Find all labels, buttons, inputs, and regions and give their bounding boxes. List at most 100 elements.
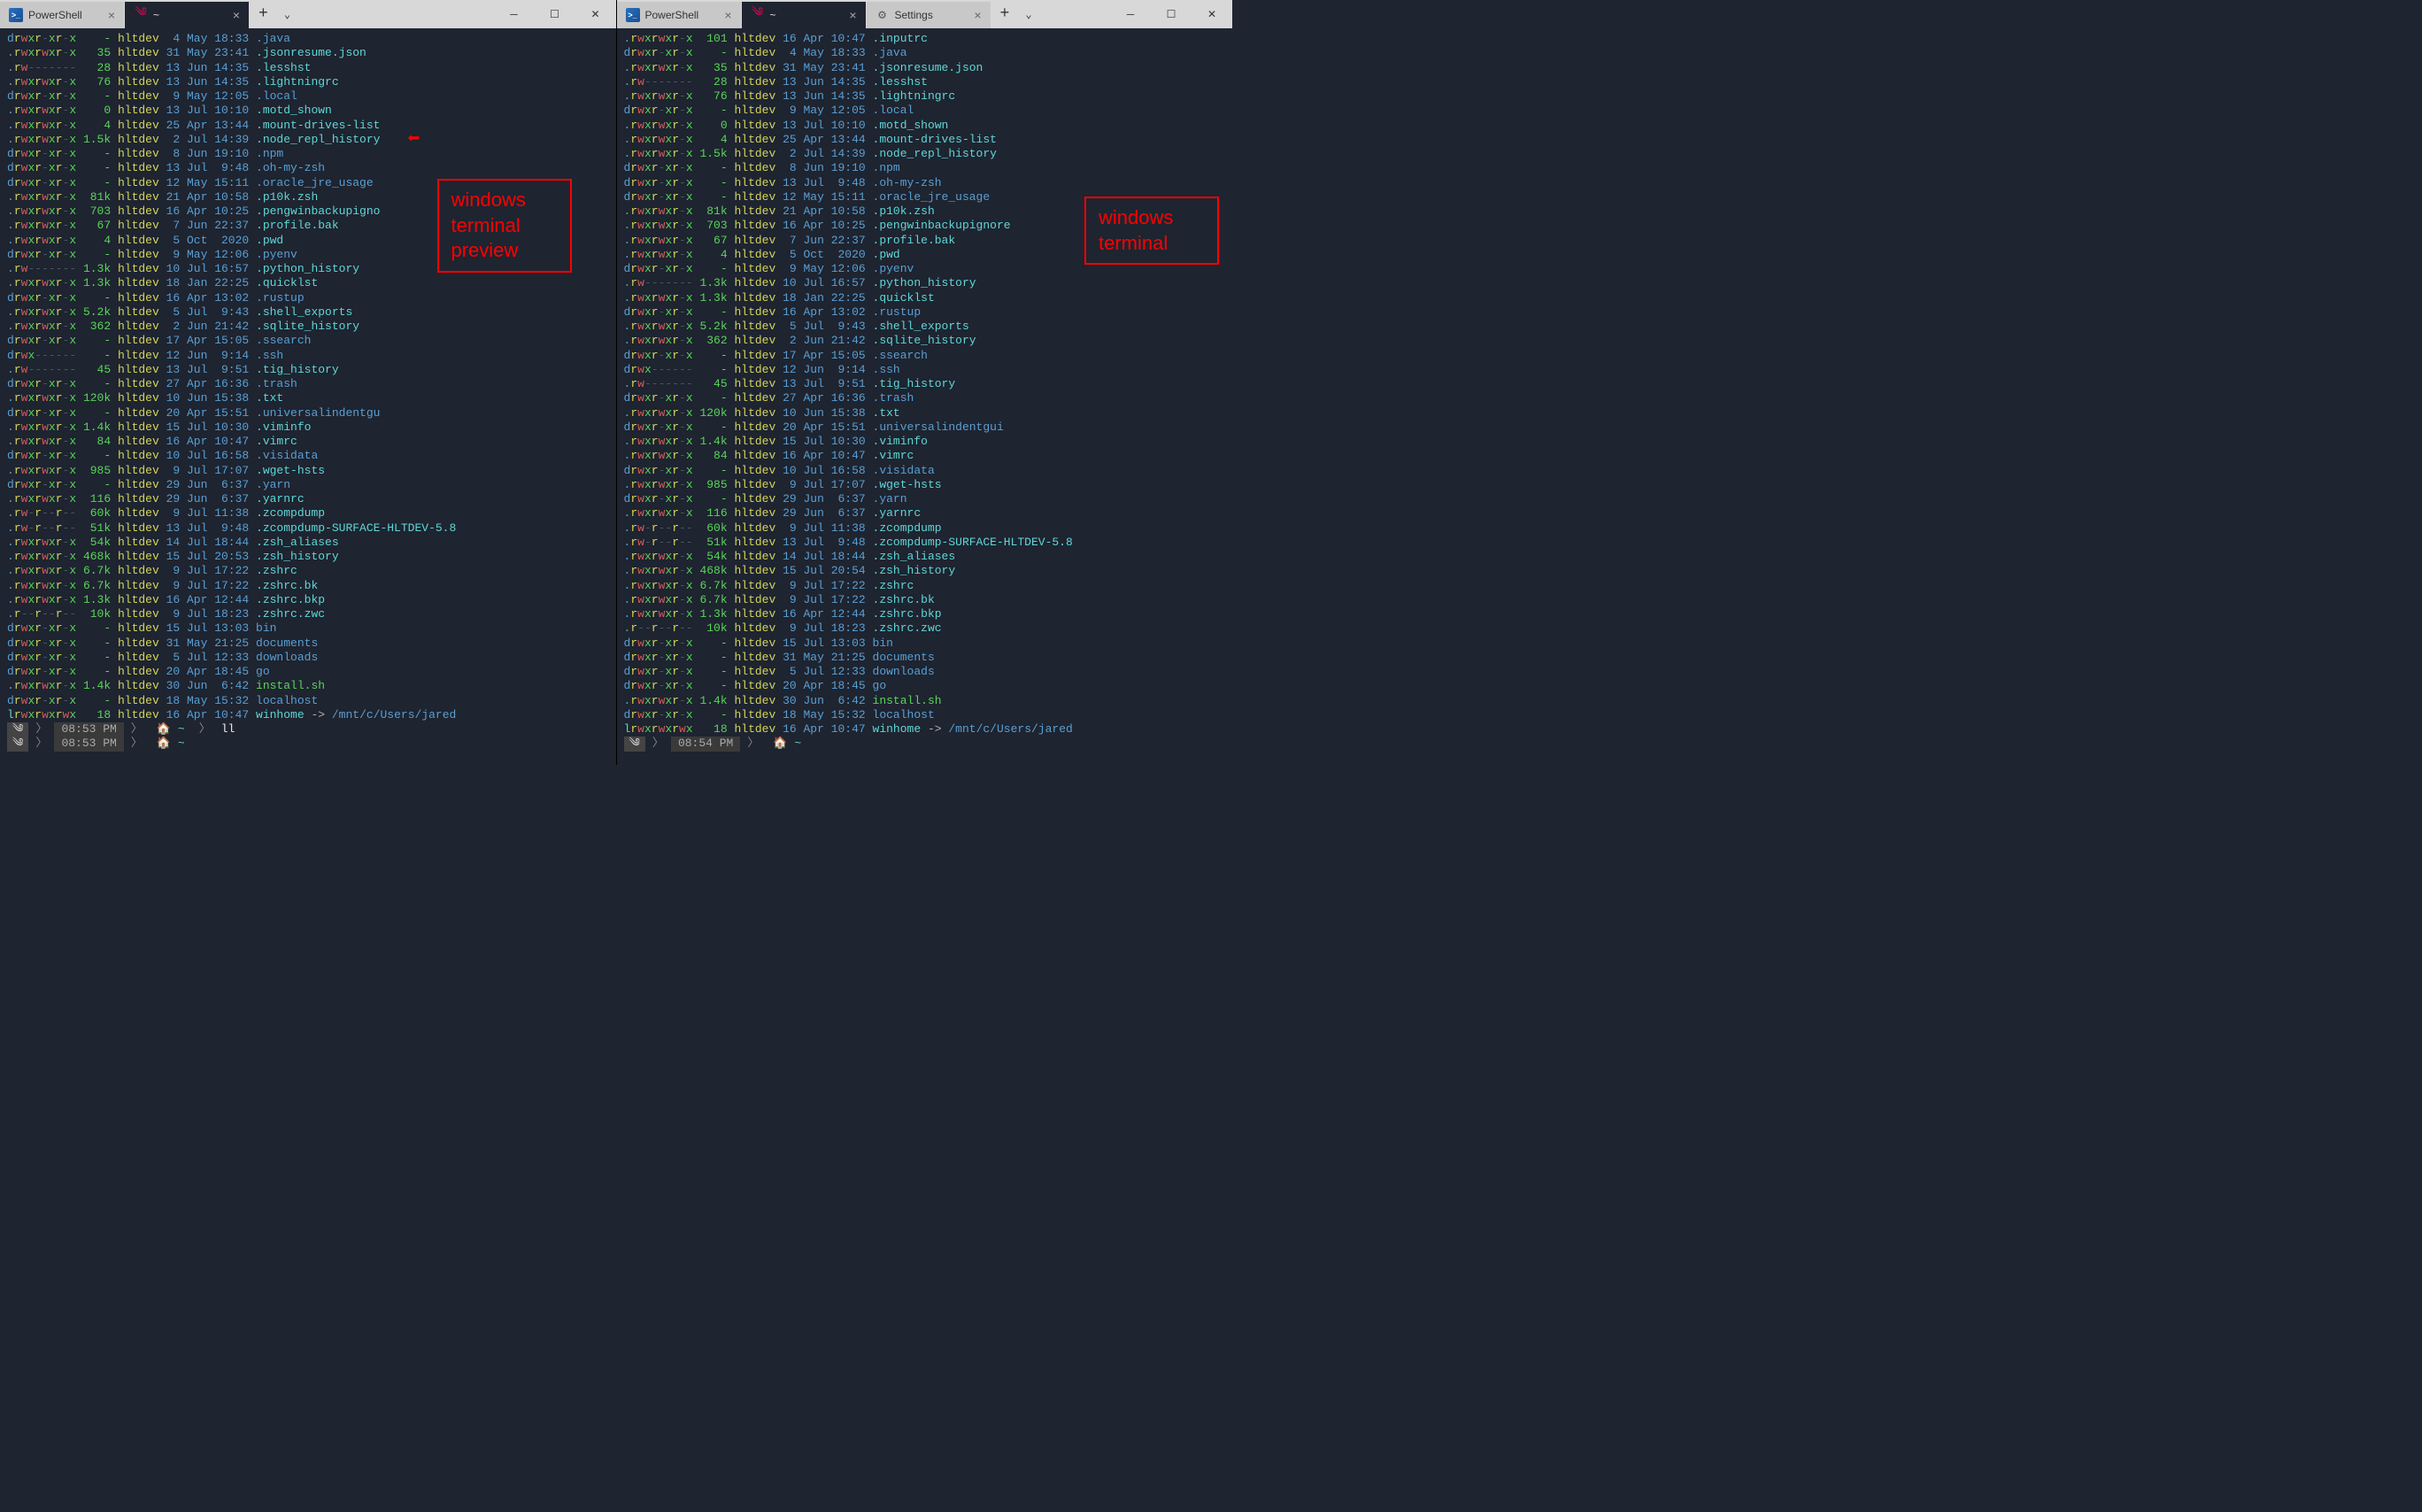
tab-close-button[interactable]: × xyxy=(226,8,240,22)
terminal-right[interactable]: .rwxrwxr-x 101 hltdev 16 Apr 10:47 .inpu… xyxy=(617,28,1233,765)
file-row: lrwxrwxrwx 18 hltdev 16 Apr 10:47 winhom… xyxy=(7,708,609,722)
file-row: drwxr-xr-x - hltdev 15 Jul 13:03 bin xyxy=(7,621,609,636)
tab-settings[interactable]: ⚙Settings× xyxy=(867,2,991,28)
tab-close-button[interactable]: × xyxy=(717,8,731,22)
file-row: .rwxrwxr-x 468k hltdev 15 Jul 20:54 .zsh… xyxy=(624,564,1226,578)
file-row: drwxr-xr-x - hltdev 4 May 18:33 .java xyxy=(624,46,1226,60)
file-row: .rw------- 1.3k hltdev 10 Jul 16:57 .pyt… xyxy=(7,262,609,276)
file-row: .rwxrwxr-x 1.4k hltdev 30 Jun 6:42 insta… xyxy=(7,679,609,693)
tab-label: Settings xyxy=(895,9,933,21)
minimize-button[interactable]: ─ xyxy=(1110,0,1151,28)
tabs-left: >_PowerShell× ༄ ~ × xyxy=(0,0,250,28)
file-row: .rwxrwxr-x 120k hltdev 10 Jun 15:38 .txt xyxy=(624,406,1226,420)
file-row: .rwxrwxr-x 84 hltdev 16 Apr 10:47 .vimrc xyxy=(624,449,1226,463)
tab-label: PowerShell xyxy=(645,9,699,21)
file-row: .rwxrwxr-x 1.4k hltdev 30 Jun 6:42 insta… xyxy=(624,694,1226,708)
file-row: drwxr-xr-x - hltdev 9 May 12:06 .pyenv xyxy=(7,248,609,262)
file-row: .rwxrwxr-x 6.7k hltdev 9 Jul 17:22 .zshr… xyxy=(624,593,1226,607)
titlebar-right: >_PowerShell×༄~×⚙Settings× + ⌄ ─ ☐ ✕ xyxy=(617,0,1233,28)
titlebar-left: >_PowerShell× ༄ ~ × + ⌄ ─ ☐ ✕ xyxy=(0,0,616,28)
file-row: .rwxrwxr-x 1.3k hltdev 16 Apr 12:44 .zsh… xyxy=(624,607,1226,621)
file-row: .rwxrwxr-x 35 hltdev 31 May 23:41 .jsonr… xyxy=(624,61,1226,75)
file-row: drwxr-xr-x - hltdev 12 May 15:11 .oracle… xyxy=(7,176,609,190)
file-row: .rwxrwxr-x 4 hltdev 5 Oct 2020 .pwd xyxy=(624,248,1226,262)
file-row: .rwxrwxr-x 81k hltdev 21 Apr 10:58 .p10k… xyxy=(624,204,1226,219)
file-row: drwxr-xr-x - hltdev 9 May 12:06 .pyenv xyxy=(624,262,1226,276)
maximize-button[interactable]: ☐ xyxy=(1151,0,1192,28)
file-row: .rwxrwxr-x 54k hltdev 14 Jul 18:44 .zsh_… xyxy=(7,536,609,550)
tab-powershell[interactable]: >_PowerShell× xyxy=(617,2,741,28)
file-row: .rwxrwxr-x 81k hltdev 21 Apr 10:58 .p10k… xyxy=(7,190,609,204)
file-row: drwxr-xr-x - hltdev 27 Apr 16:36 .trash xyxy=(624,391,1226,405)
file-row: .rwxrwxr-x 1.5k hltdev 2 Jul 14:39 .node… xyxy=(624,147,1226,161)
file-row: drwxr-xr-x - hltdev 29 Jun 6:37 .yarn xyxy=(7,478,609,492)
file-row: .rwxrwxr-x 76 hltdev 13 Jun 14:35 .light… xyxy=(624,89,1226,104)
new-tab-button[interactable]: + xyxy=(250,5,277,23)
file-row: .rwxrwxr-x 67 hltdev 7 Jun 22:37 .profil… xyxy=(7,219,609,233)
file-row: .rwxrwxr-x 1.5k hltdev 2 Jul 14:39 .node… xyxy=(7,133,609,147)
minimize-button[interactable]: ─ xyxy=(494,0,535,28)
file-row: drwxr-xr-x - hltdev 4 May 18:33 .java xyxy=(7,32,609,46)
prompt-time: 08:53 PM xyxy=(54,737,123,751)
file-row: drwxr-xr-x - hltdev 8 Jun 19:10 .npm xyxy=(624,161,1226,175)
file-row: .rwxrwxr-x 84 hltdev 16 Apr 10:47 .vimrc xyxy=(7,435,609,449)
file-row: drwxr-xr-x - hltdev 17 Apr 15:05 .ssearc… xyxy=(7,334,609,348)
file-row: .rwxrwxr-x 985 hltdev 9 Jul 17:07 .wget-… xyxy=(624,478,1226,492)
file-row: .rwxrwxr-x 0 hltdev 13 Jul 10:10 .motd_s… xyxy=(7,104,609,118)
file-row: drwxr-xr-x - hltdev 29 Jun 6:37 .yarn xyxy=(624,492,1226,506)
new-tab-button[interactable]: + xyxy=(991,5,1019,23)
file-row: drwxr-xr-x - hltdev 20 Apr 18:45 go xyxy=(624,679,1226,693)
file-row: .rwxrwxr-x 6.7k hltdev 9 Jul 17:22 .zshr… xyxy=(7,564,609,578)
debian-icon: ༄ xyxy=(134,8,148,22)
file-row: .rw------- 28 hltdev 13 Jun 14:35 .lessh… xyxy=(7,61,609,75)
file-row: .rwxrwxr-x 67 hltdev 7 Jun 22:37 .profil… xyxy=(624,234,1226,248)
close-button[interactable]: ✕ xyxy=(575,0,616,28)
file-row: .rw-r--r-- 51k hltdev 13 Jul 9:48 .zcomp… xyxy=(7,521,609,536)
tab-close-button[interactable]: × xyxy=(842,8,856,22)
file-row: .rw------- 28 hltdev 13 Jun 14:35 .lessh… xyxy=(624,75,1226,89)
file-row: .rwxrwxr-x 116 hltdev 29 Jun 6:37 .yarnr… xyxy=(624,506,1226,521)
debian-prompt-icon: ༄ xyxy=(7,737,28,751)
file-row: .rw-r--r-- 51k hltdev 13 Jul 9:48 .zcomp… xyxy=(624,536,1226,550)
file-row: .rwxrwxr-x 4 hltdev 25 Apr 13:44 .mount-… xyxy=(7,119,609,133)
close-button[interactable]: ✕ xyxy=(1192,0,1232,28)
file-row: .rwxrwxr-x 703 hltdev 16 Apr 10:25 .peng… xyxy=(624,219,1226,233)
window-controls-left: ─ ☐ ✕ xyxy=(494,0,616,28)
file-row: .rwxrwxr-x 362 hltdev 2 Jun 21:42 .sqlit… xyxy=(7,320,609,334)
file-row: .rwxrwxr-x 5.2k hltdev 5 Jul 9:43 .shell… xyxy=(7,305,609,320)
terminal-left[interactable]: drwxr-xr-x - hltdev 4 May 18:33 .java.rw… xyxy=(0,28,616,765)
file-row: .rw-r--r-- 60k hltdev 9 Jul 11:38 .zcomp… xyxy=(7,506,609,521)
tab-dropdown-button[interactable]: ⌄ xyxy=(277,8,297,21)
maximize-button[interactable]: ☐ xyxy=(535,0,575,28)
prompt-path: 🏠 ~ xyxy=(150,722,192,737)
prompt-path: 🏠 ~ xyxy=(150,737,192,751)
file-row: drwxr-xr-x - hltdev 13 Jul 9:48 .oh-my-z… xyxy=(7,161,609,175)
tab-powershell[interactable]: >_PowerShell× xyxy=(0,2,124,28)
file-row: drwxr-xr-x - hltdev 5 Jul 12:33 download… xyxy=(7,651,609,665)
file-row: drwxr-xr-x - hltdev 9 May 12:05 .local xyxy=(7,89,609,104)
prompt-line: ༄〉08:54 PM〉🏠 ~ xyxy=(624,737,1226,751)
file-row: drwxr-xr-x - hltdev 16 Apr 13:02 .rustup xyxy=(7,291,609,305)
file-row: .rwxrwxr-x 468k hltdev 15 Jul 20:53 .zsh… xyxy=(7,550,609,564)
tab-[interactable]: ༄~× xyxy=(742,2,866,28)
file-row: .rwxrwxr-x 362 hltdev 2 Jun 21:42 .sqlit… xyxy=(624,334,1226,348)
tab-close-button[interactable]: × xyxy=(101,8,115,22)
tab-close-button[interactable]: × xyxy=(967,8,981,22)
tab-label: ~ xyxy=(153,9,159,21)
file-row: .rwxrwxr-x 35 hltdev 31 May 23:41 .jsonr… xyxy=(7,46,609,60)
file-row: .rwxrwxr-x 6.7k hltdev 9 Jul 17:22 .zshr… xyxy=(624,579,1226,593)
file-row: .rwxrwxr-x 120k hltdev 10 Jun 15:38 .txt xyxy=(7,391,609,405)
file-row: drwxr-xr-x - hltdev 10 Jul 16:58 .visida… xyxy=(7,449,609,463)
tab-dropdown-button[interactable]: ⌄ xyxy=(1018,8,1038,21)
file-row: .rwxrwxr-x 985 hltdev 9 Jul 17:07 .wget-… xyxy=(7,464,609,478)
windows-terminal-preview-window: >_PowerShell× ༄ ~ × + ⌄ ─ ☐ ✕ drwxr-xr-x - … xyxy=(0,0,617,765)
file-row: .rwxrwxr-x 6.7k hltdev 9 Jul 17:22 .zshr… xyxy=(7,579,609,593)
windows-terminal-window: >_PowerShell×༄~×⚙Settings× + ⌄ ─ ☐ ✕ .rw… xyxy=(617,0,1233,765)
prompt-time: 08:54 PM xyxy=(671,737,740,751)
tab-[interactable]: ༄ ~ × xyxy=(125,2,249,28)
file-row: .rwxrwxr-x 5.2k hltdev 5 Jul 9:43 .shell… xyxy=(624,320,1226,334)
tabs-right: >_PowerShell×༄~×⚙Settings× xyxy=(617,0,991,28)
file-row: .rwxrwxr-x 4 hltdev 25 Apr 13:44 .mount-… xyxy=(624,133,1226,147)
file-row: .rw------- 45 hltdev 13 Jul 9:51 .tig_hi… xyxy=(624,377,1226,391)
file-row: drwxr-xr-x - hltdev 8 Jun 19:10 .npm xyxy=(7,147,609,161)
